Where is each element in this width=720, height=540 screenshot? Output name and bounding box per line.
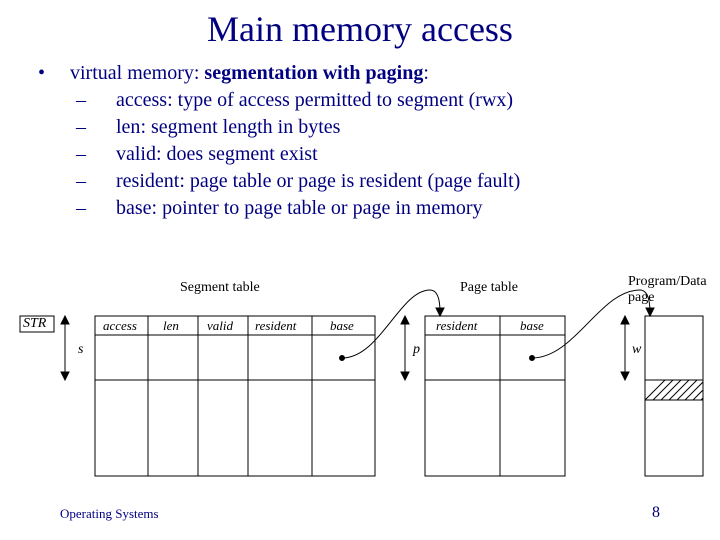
dash-icon: –: [96, 168, 116, 195]
program-data-title: Program/Data page: [628, 274, 720, 306]
term: len: [116, 116, 140, 138]
p-label: p: [413, 342, 420, 358]
bullet-main: •virtual memory: segmentation with pagin…: [40, 60, 720, 87]
bullet-main-bold: segmentation with paging: [204, 62, 423, 84]
col-resident: resident: [255, 318, 296, 334]
list-item: –resident: page table or page is residen…: [40, 168, 720, 195]
dash-icon: –: [96, 195, 116, 222]
desc: : page table or page is resident (page f…: [179, 170, 520, 192]
desc: : does segment exist: [156, 143, 318, 165]
footer-left: Operating Systems: [60, 506, 159, 522]
segment-table-title: Segment table: [180, 280, 260, 296]
diagram-svg: [0, 260, 720, 490]
desc: : pointer to page table or page in memor…: [152, 197, 483, 219]
dash-icon: –: [96, 114, 116, 141]
term: valid: [116, 143, 156, 165]
term: resident: [116, 170, 179, 192]
bullet-main-text: virtual memory:: [70, 62, 204, 84]
pg-col-base: base: [520, 318, 544, 334]
list-item: –base: pointer to page table or page in …: [40, 195, 720, 222]
col-len: len: [163, 318, 179, 334]
dash-icon: –: [96, 141, 116, 168]
page-table-title: Page table: [460, 280, 518, 296]
pg-col-resident: resident: [436, 318, 477, 334]
list-item: –access: type of access permitted to seg…: [40, 87, 720, 114]
term: base: [116, 197, 152, 219]
list-item: –len: segment length in bytes: [40, 114, 720, 141]
col-valid: valid: [207, 318, 233, 334]
desc: : type of access permitted to segment (r…: [167, 89, 513, 111]
term: access: [116, 89, 167, 111]
page-title: Main memory access: [0, 0, 720, 50]
dash-icon: –: [96, 87, 116, 114]
bullet-list: •virtual memory: segmentation with pagin…: [0, 50, 720, 222]
footer-page-number: 8: [652, 504, 660, 522]
col-base: base: [330, 318, 354, 334]
str-label: STR: [23, 316, 46, 332]
desc: : segment length in bytes: [140, 116, 340, 138]
s-label: s: [78, 342, 83, 358]
list-item: –valid: does segment exist: [40, 141, 720, 168]
diagram: STR Segment table Page table Program/Dat…: [0, 260, 720, 490]
w-label: w: [632, 342, 641, 358]
bullet-dot-icon: •: [54, 60, 70, 87]
bullet-main-tail: :: [423, 62, 429, 84]
col-access: access: [103, 318, 137, 334]
